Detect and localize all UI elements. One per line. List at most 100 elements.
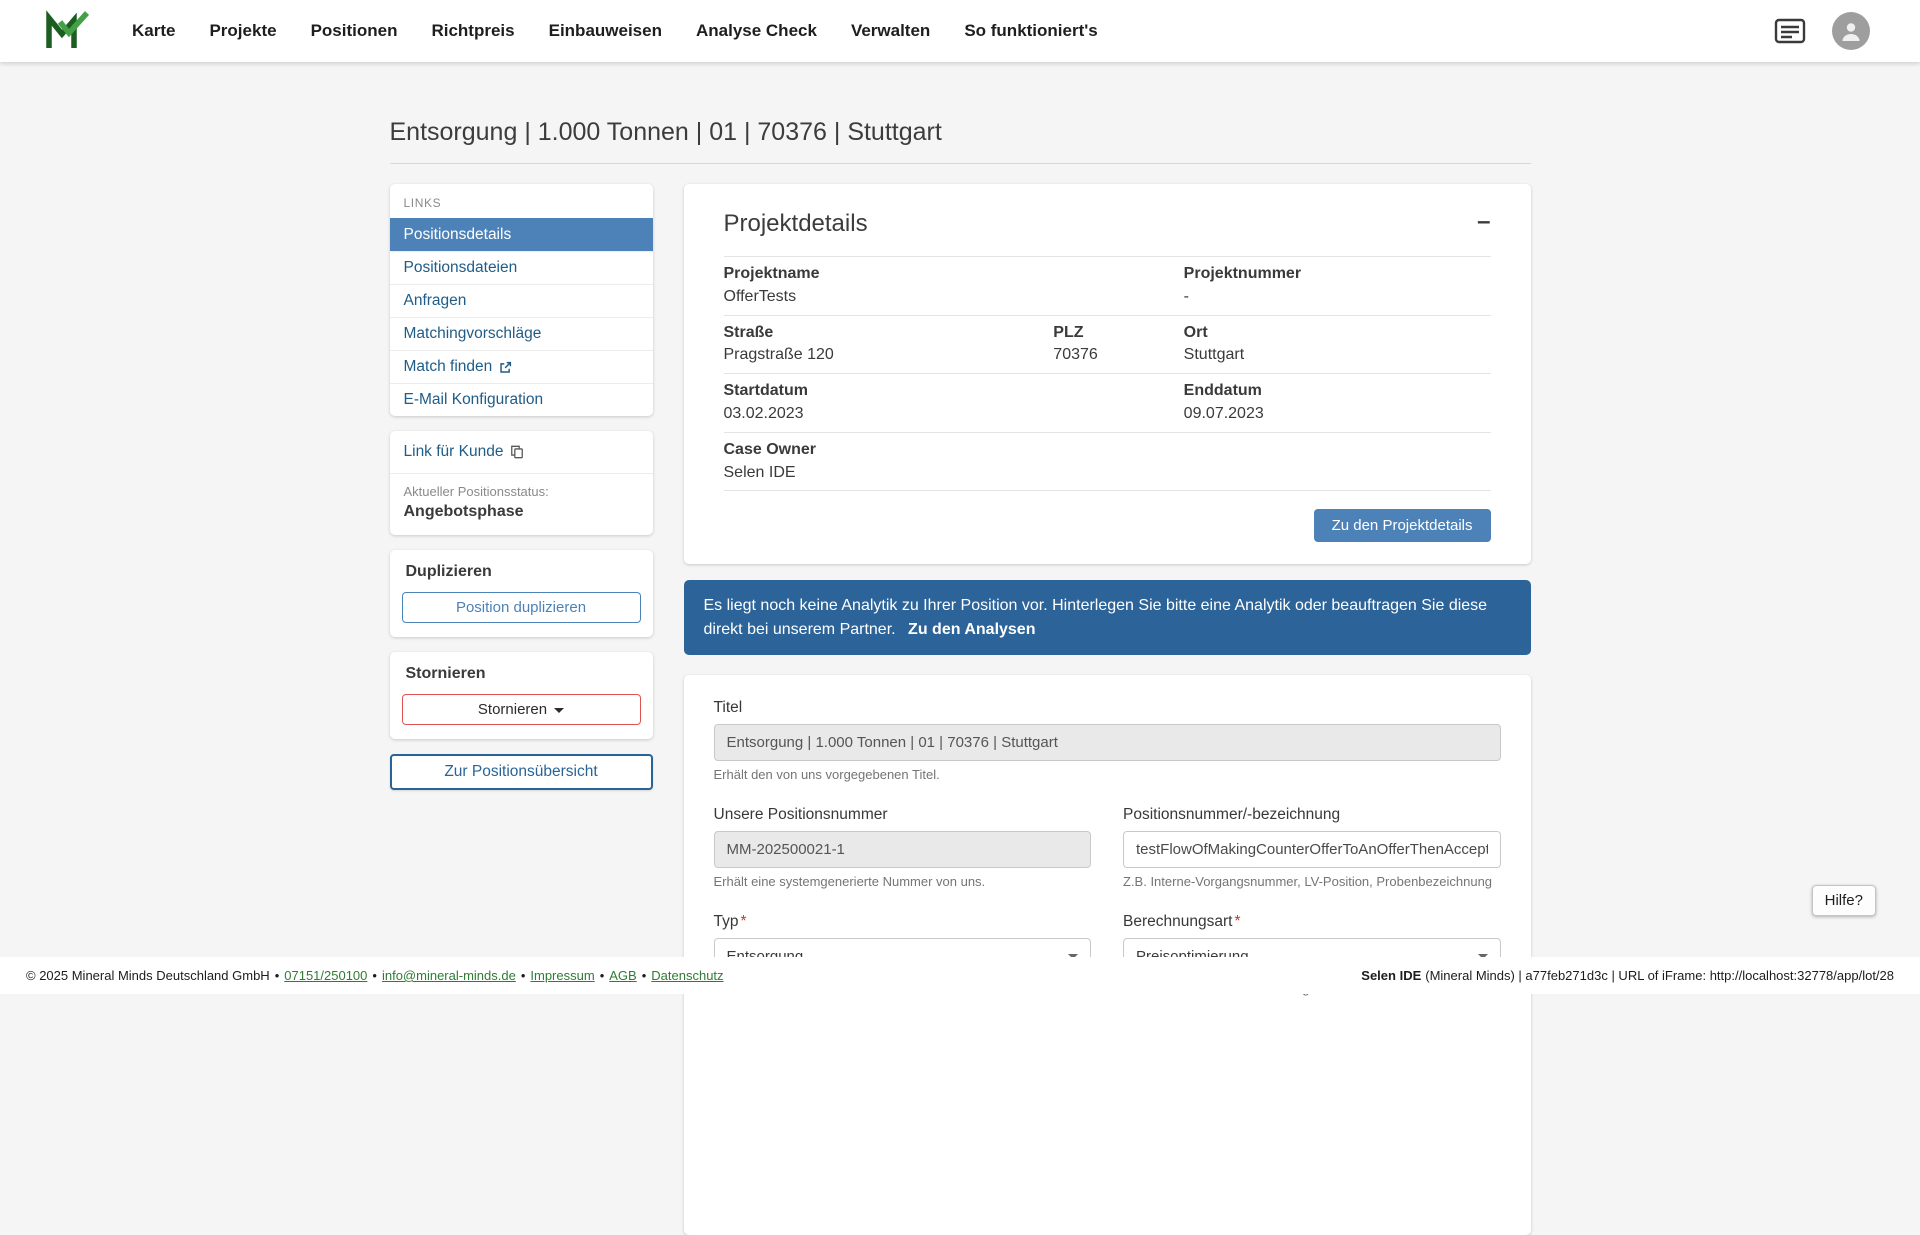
sidebar-item-matchingvorschlaege[interactable]: Matchingvorschläge [390,317,653,350]
person-icon [1839,19,1863,43]
nav-item-richtpreis[interactable]: Richtpreis [431,21,514,41]
separator-dot: • [642,968,647,983]
analyses-link[interactable]: Zu den Analysen [908,621,1035,638]
cancel-button-label: Stornieren [478,701,547,718]
nav-item-karte[interactable]: Karte [132,21,175,41]
positionsnummer-help: Erhält eine systemgenerierte Nummer von … [714,874,1092,889]
cancel-position-button[interactable]: Stornieren [402,694,641,725]
terminal-icon [1774,18,1806,44]
sidebar-item-email-konfiguration[interactable]: E-Mail Konfiguration [390,383,653,416]
collapse-button[interactable]: – [1477,210,1490,234]
strasse-value: Pragstraße 120 [724,345,1054,366]
session-user: Selen IDE [1361,968,1421,983]
plz-label: PLZ [1053,323,1183,344]
separator-dot: • [372,968,377,983]
position-form-card: Titel Erhält den von uns vorgegebenen Ti… [684,675,1531,1235]
nav-item-analyse-check[interactable]: Analyse Check [696,21,817,41]
position-status-label: Aktueller Positionsstatus: [404,484,639,499]
required-mark: * [1234,913,1240,930]
sidebar: LINKS Positionsdetails Positionsdateien … [390,184,653,790]
external-link-icon [499,361,512,374]
ort-value: Stuttgart [1184,345,1491,366]
position-overview-button[interactable]: Zur Positionsübersicht [390,754,653,790]
berechnungsart-label: Berechnungsart [1123,913,1232,931]
titel-input [714,724,1501,761]
main-nav: Karte Projekte Positionen Richtpreis Ein… [132,21,1098,41]
separator-dot: • [275,968,280,983]
required-mark: * [740,913,746,930]
duplicate-card: Duplizieren Position duplizieren [390,550,653,637]
project-details-table: Projektname OfferTests Projektnummer - S… [724,256,1491,491]
case-owner-label: Case Owner [724,440,1491,461]
datenschutz-link[interactable]: Datenschutz [651,968,723,983]
sidebar-item-positionsdateien[interactable]: Positionsdateien [390,251,653,284]
separator-dot: • [521,968,526,983]
enddatum-label: Enddatum [1184,381,1491,402]
positionsnummer-label: Unsere Positionsnummer [714,806,888,824]
customer-link-label: Link für Kunde [404,443,504,461]
cancel-heading: Stornieren [402,665,641,694]
custom-positionsnummer-label: Positionsnummer/-bezeichnung [1123,806,1340,824]
ort-label: Ort [1184,323,1491,344]
table-row: Projektname OfferTests Projektnummer - [724,257,1491,316]
position-status-value: Angebotsphase [404,503,639,521]
position-status: Aktueller Positionsstatus: Angebotsphase [390,473,653,535]
sidebar-links-card: LINKS Positionsdetails Positionsdateien … [390,184,653,416]
titel-label: Titel [714,699,743,717]
sidebar-item-label: Matchingvorschläge [404,325,542,343]
project-details-button[interactable]: Zu den Projektdetails [1314,509,1491,542]
nav-item-verwalten[interactable]: Verwalten [851,21,930,41]
project-details-card: Projektdetails – Projektname OfferTests … [684,184,1531,564]
copy-icon [510,445,524,459]
duplicate-heading: Duplizieren [402,563,641,592]
phone-link[interactable]: 07151/250100 [284,968,367,983]
sidebar-item-anfragen[interactable]: Anfragen [390,284,653,317]
typ-label: Typ [714,913,739,931]
sidebar-item-label: E-Mail Konfiguration [404,391,544,409]
startdatum-value: 03.02.2023 [724,404,1184,425]
sidebar-item-label: Positionsdateien [404,259,518,277]
links-header: LINKS [390,184,653,218]
separator-dot: • [600,968,605,983]
project-details-heading: Projektdetails [724,210,868,238]
projektnummer-label: Projektnummer [1184,264,1491,285]
agb-link[interactable]: AGB [609,968,636,983]
custom-positionsnummer-help: Z.B. Interne-Vorgangsnummer, LV-Position… [1123,874,1501,889]
custom-positionsnummer-input[interactable] [1123,831,1501,868]
nav-item-projekte[interactable]: Projekte [209,21,276,41]
sidebar-item-positionsdetails[interactable]: Positionsdetails [390,218,653,251]
brand-logo[interactable] [44,10,90,52]
duplicate-position-button[interactable]: Position duplizieren [402,592,641,623]
projektname-value: OfferTests [724,287,1184,308]
terminal-button[interactable] [1774,18,1806,44]
sidebar-item-match-finden[interactable]: Match finden [390,350,653,383]
footer: © 2025 Mineral Minds Deutschland GmbH • … [0,957,1920,994]
copyright-text: © 2025 Mineral Minds Deutschland GmbH [26,968,270,983]
session-details: (Mineral Minds) | a77feb271d3c | URL of … [1425,968,1894,983]
impressum-link[interactable]: Impressum [530,968,594,983]
titel-help: Erhält den von uns vorgegebenen Titel. [714,767,1501,782]
customer-link[interactable]: Link für Kunde [404,443,525,461]
help-button[interactable]: Hilfe? [1812,885,1876,916]
top-navbar: Karte Projekte Positionen Richtpreis Ein… [0,0,1920,62]
page-container: Entsorgung | 1.000 Tonnen | 01 | 70376 |… [390,62,1531,1235]
projektnummer-value: - [1184,287,1491,308]
sidebar-item-label: Positionsdetails [404,226,512,244]
analytics-info-banner: Es liegt noch keine Analytik zu Ihrer Po… [684,580,1531,654]
plz-value: 70376 [1053,345,1183,366]
case-owner-value: Selen IDE [724,463,1491,484]
email-link[interactable]: info@mineral-minds.de [382,968,516,983]
nav-item-positionen[interactable]: Positionen [311,21,398,41]
customer-status-card: Link für Kunde Aktueller Positionsstatus… [390,431,653,535]
table-row: Straße Pragstraße 120 PLZ 70376 Ort Stut… [724,316,1491,375]
sidebar-item-label: Match finden [404,358,493,376]
footer-left: © 2025 Mineral Minds Deutschland GmbH • … [26,968,724,983]
nav-item-einbauweisen[interactable]: Einbauweisen [549,21,662,41]
nav-item-so-funktionierts[interactable]: So funktioniert's [964,21,1097,41]
positionsnummer-input [714,831,1092,868]
enddatum-value: 09.07.2023 [1184,404,1491,425]
footer-session-info: Selen IDE (Mineral Minds) | a77feb271d3c… [1361,968,1894,983]
user-avatar[interactable] [1832,12,1870,50]
main-content: Projektdetails – Projektname OfferTests … [684,184,1531,1235]
startdatum-label: Startdatum [724,381,1184,402]
